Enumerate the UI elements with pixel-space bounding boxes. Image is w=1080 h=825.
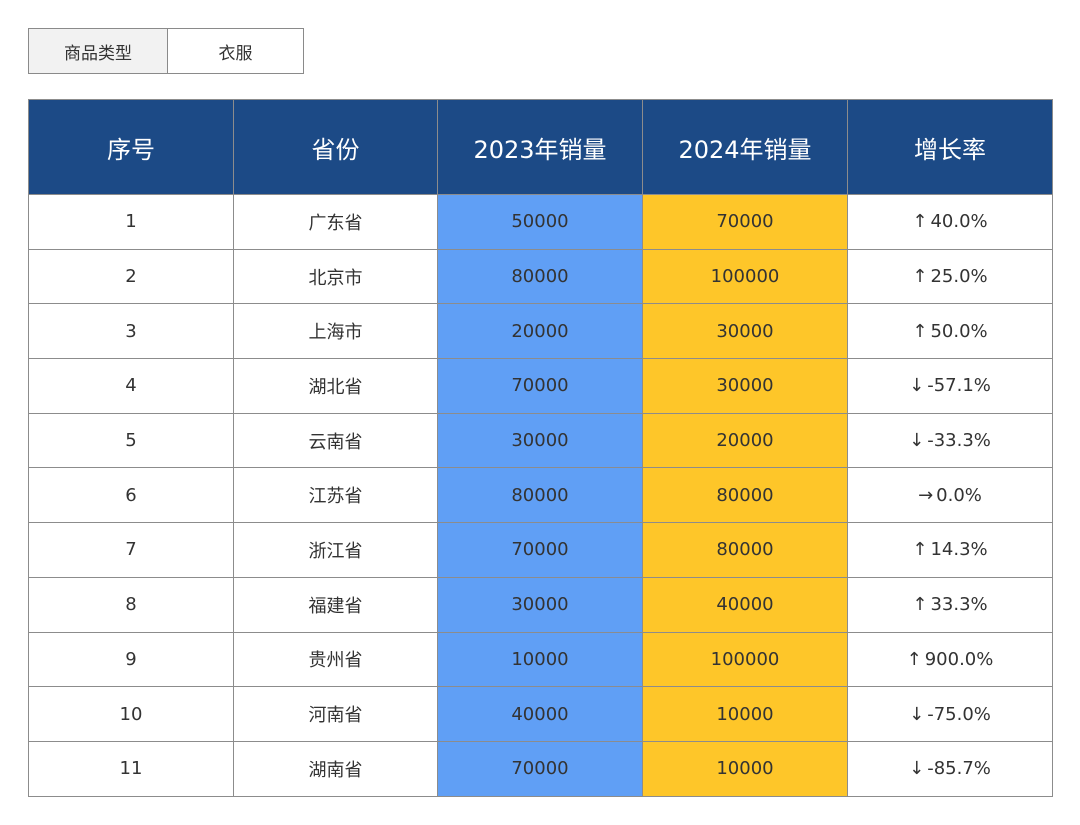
table-row: 10 河南省 40000 10000 ↓ -75.0%	[28, 686, 1053, 742]
growth-value: 50.0%	[930, 320, 988, 342]
row-sales-2024: 30000	[642, 358, 848, 414]
growth-value: 25.0%	[930, 266, 988, 288]
trend-up-arrow-icon: ↑	[912, 539, 928, 561]
row-province: 云南省	[233, 412, 438, 469]
row-sales-2024: 100000	[642, 248, 848, 305]
header-growth-rate: 增长率	[847, 99, 1053, 195]
row-index: 2	[28, 248, 234, 305]
header-index: 序号	[28, 99, 234, 195]
trend-flat-arrow-icon: →	[918, 484, 934, 506]
row-sales-2023: 80000	[437, 467, 643, 524]
row-index: 1	[28, 194, 234, 250]
row-sales-2024: 100000	[642, 631, 848, 688]
growth-value: 14.3%	[930, 539, 988, 561]
table-row: 8 福建省 30000 40000 ↑ 33.3%	[28, 576, 1053, 633]
row-growth-rate: ↓ -57.1%	[847, 358, 1053, 414]
row-growth-rate: ↑ 33.3%	[847, 576, 1053, 633]
table-row: 6 江苏省 80000 80000 → 0.0%	[28, 467, 1053, 524]
trend-down-arrow-icon: ↓	[909, 375, 925, 397]
growth-value: -75.0%	[927, 703, 991, 725]
trend-up-arrow-icon: ↑	[912, 266, 928, 288]
row-province: 北京市	[233, 248, 438, 305]
row-index: 8	[28, 576, 234, 633]
table-row: 4 湖北省 70000 30000 ↓ -57.1%	[28, 358, 1053, 414]
trend-up-arrow-icon: ↑	[906, 648, 922, 670]
row-growth-rate: ↓ -75.0%	[847, 686, 1053, 742]
table-header-row: 序号 省份 2023年销量 2024年销量 增长率	[28, 99, 1053, 195]
row-sales-2023: 40000	[437, 686, 643, 742]
row-index: 3	[28, 303, 234, 360]
row-sales-2024: 80000	[642, 467, 848, 524]
row-province: 上海市	[233, 303, 438, 360]
table-row: 2 北京市 80000 100000 ↑ 25.0%	[28, 248, 1053, 305]
row-province: 浙江省	[233, 522, 438, 578]
row-sales-2023: 30000	[437, 576, 643, 633]
header-province: 省份	[233, 99, 438, 195]
row-growth-rate: ↓ -33.3%	[847, 412, 1053, 469]
row-growth-rate: ↓ -85.7%	[847, 740, 1053, 797]
table-row: 3 上海市 20000 30000 ↑ 50.0%	[28, 303, 1053, 360]
row-growth-rate: ↑ 900.0%	[847, 631, 1053, 688]
row-index: 9	[28, 631, 234, 688]
trend-down-arrow-icon: ↓	[909, 430, 925, 452]
row-sales-2023: 70000	[437, 522, 643, 578]
row-province: 湖南省	[233, 740, 438, 797]
row-index: 7	[28, 522, 234, 578]
trend-down-arrow-icon: ↓	[909, 703, 925, 725]
trend-up-arrow-icon: ↑	[912, 594, 928, 616]
row-sales-2023: 20000	[437, 303, 643, 360]
row-province: 贵州省	[233, 631, 438, 688]
row-sales-2023: 30000	[437, 412, 643, 469]
table-row: 7 浙江省 70000 80000 ↑ 14.3%	[28, 522, 1053, 578]
growth-value: -57.1%	[927, 375, 991, 397]
row-growth-rate: ↑ 50.0%	[847, 303, 1053, 360]
row-sales-2024: 80000	[642, 522, 848, 578]
header-sales-2023: 2023年销量	[437, 99, 643, 195]
row-growth-rate: → 0.0%	[847, 467, 1053, 524]
row-sales-2024: 70000	[642, 194, 848, 250]
row-sales-2024: 40000	[642, 576, 848, 633]
row-index: 6	[28, 467, 234, 524]
filter-value[interactable]: 衣服	[168, 29, 303, 73]
row-sales-2023: 50000	[437, 194, 643, 250]
row-sales-2024: 10000	[642, 740, 848, 797]
row-province: 湖北省	[233, 358, 438, 414]
row-province: 福建省	[233, 576, 438, 633]
row-sales-2023: 70000	[437, 358, 643, 414]
row-index: 10	[28, 686, 234, 742]
growth-value: 0.0%	[936, 484, 982, 506]
row-sales-2024: 30000	[642, 303, 848, 360]
growth-value: -85.7%	[927, 758, 991, 780]
row-sales-2023: 10000	[437, 631, 643, 688]
table-row: 11 湖南省 70000 10000 ↓ -85.7%	[28, 740, 1053, 797]
row-sales-2024: 10000	[642, 686, 848, 742]
row-index: 11	[28, 740, 234, 797]
row-province: 广东省	[233, 194, 438, 250]
header-sales-2024: 2024年销量	[642, 99, 848, 195]
row-sales-2024: 20000	[642, 412, 848, 469]
row-index: 5	[28, 412, 234, 469]
table-row: 9 贵州省 10000 100000 ↑ 900.0%	[28, 631, 1053, 688]
filter-label: 商品类型	[29, 29, 168, 73]
row-growth-rate: ↑ 14.3%	[847, 522, 1053, 578]
row-index: 4	[28, 358, 234, 414]
row-growth-rate: ↑ 40.0%	[847, 194, 1053, 250]
row-sales-2023: 80000	[437, 248, 643, 305]
sales-table: 序号 省份 2023年销量 2024年销量 增长率 1 广东省 50000 70000…	[28, 99, 1053, 797]
table-row: 1 广东省 50000 70000 ↑ 40.0%	[28, 194, 1053, 250]
trend-up-arrow-icon: ↑	[912, 320, 928, 342]
product-type-filter: 商品类型 衣服	[28, 28, 304, 74]
row-growth-rate: ↑ 25.0%	[847, 248, 1053, 305]
row-province: 河南省	[233, 686, 438, 742]
row-sales-2023: 70000	[437, 740, 643, 797]
row-province: 江苏省	[233, 467, 438, 524]
trend-down-arrow-icon: ↓	[909, 758, 925, 780]
growth-value: 33.3%	[930, 594, 988, 616]
growth-value: -33.3%	[927, 430, 991, 452]
trend-up-arrow-icon: ↑	[912, 211, 928, 233]
table-row: 5 云南省 30000 20000 ↓ -33.3%	[28, 412, 1053, 469]
growth-value: 900.0%	[924, 648, 994, 670]
growth-value: 40.0%	[930, 211, 988, 233]
